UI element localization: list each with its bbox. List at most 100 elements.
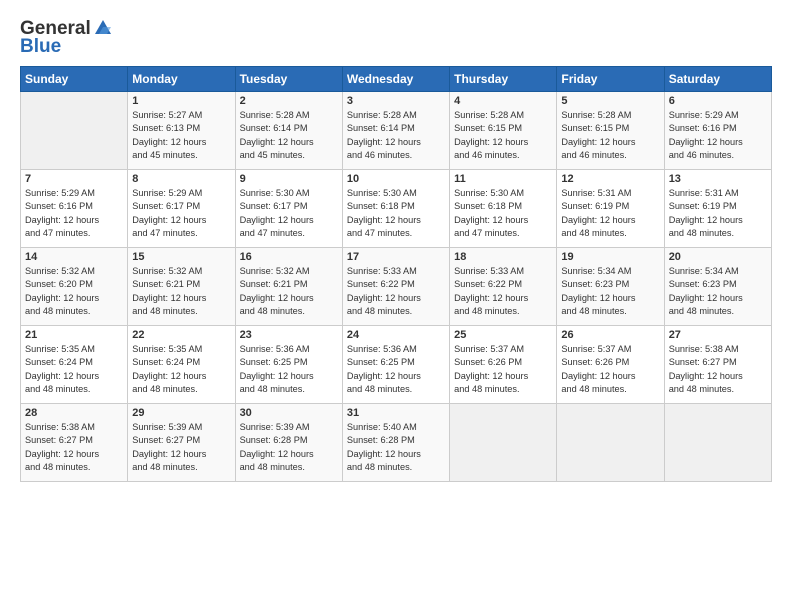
day-info: Sunrise: 5:37 AMSunset: 6:26 PMDaylight:… <box>561 343 659 396</box>
day-number: 9 <box>240 173 338 185</box>
calendar-cell: 22Sunrise: 5:35 AMSunset: 6:24 PMDayligh… <box>128 326 235 404</box>
calendar-cell: 23 Sunrise: 5:36 AMSunset: 6:25 PMDayligh… <box>235 326 342 404</box>
week-row-3: 14 Sunrise: 5:32 AMSunset: 6:20 PMDayligh… <box>21 248 772 326</box>
week-row-2: 7 Sunrise: 5:29 AMSunset: 6:16 PMDaylight… <box>21 170 772 248</box>
day-info: Sunrise: 5:34 AMSunset: 6:23 PMDaylight:… <box>561 265 659 318</box>
calendar-cell <box>557 404 664 482</box>
day-info: Sunrise: 5:30 AMSunset: 6:18 PMDaylight:… <box>454 187 552 240</box>
day-info: Sunrise: 5:37 AMSunset: 6:26 PMDaylight:… <box>454 343 552 396</box>
day-number: 19 <box>561 251 659 263</box>
day-number: 11 <box>454 173 552 185</box>
calendar-cell: 1 Sunrise: 5:27 AMSunset: 6:13 PMDaylight… <box>128 92 235 170</box>
day-info: Sunrise: 5:35 AMSunset: 6:24 PMDaylight:… <box>132 343 230 396</box>
col-header-friday: Friday <box>557 67 664 92</box>
day-info: Sunrise: 5:30 AMSunset: 6:18 PMDaylight:… <box>347 187 445 240</box>
day-number: 6 <box>669 95 767 107</box>
day-info: Sunrise: 5:30 AMSunset: 6:17 PMDaylight:… <box>240 187 338 240</box>
day-info: Sunrise: 5:38 AMSunset: 6:27 PMDaylight:… <box>25 421 123 474</box>
logo-blue: Blue <box>20 36 61 58</box>
day-number: 25 <box>454 329 552 341</box>
calendar-cell: 3 Sunrise: 5:28 AMSunset: 6:14 PMDaylight… <box>342 92 449 170</box>
calendar-cell: 10 Sunrise: 5:30 AMSunset: 6:18 PMDayligh… <box>342 170 449 248</box>
day-info: Sunrise: 5:32 AMSunset: 6:21 PMDaylight:… <box>132 265 230 318</box>
day-number: 10 <box>347 173 445 185</box>
calendar-cell: 24Sunrise: 5:36 AMSunset: 6:25 PMDayligh… <box>342 326 449 404</box>
day-number: 18 <box>454 251 552 263</box>
day-info: Sunrise: 5:39 AMSunset: 6:28 PMDaylight:… <box>240 421 338 474</box>
day-number: 26 <box>561 329 659 341</box>
day-number: 2 <box>240 95 338 107</box>
calendar-cell: 6 Sunrise: 5:29 AMSunset: 6:16 PMDaylight… <box>664 92 771 170</box>
calendar-cell: 5Sunrise: 5:28 AMSunset: 6:15 PMDaylight… <box>557 92 664 170</box>
day-info: Sunrise: 5:29 AMSunset: 6:16 PMDaylight:… <box>25 187 123 240</box>
calendar-cell: 19 Sunrise: 5:34 AMSunset: 6:23 PMDayligh… <box>557 248 664 326</box>
logo: General Blue <box>20 18 113 58</box>
day-info: Sunrise: 5:32 AMSunset: 6:21 PMDaylight:… <box>240 265 338 318</box>
day-info: Sunrise: 5:32 AMSunset: 6:20 PMDaylight:… <box>25 265 123 318</box>
day-info: Sunrise: 5:28 AMSunset: 6:15 PMDaylight:… <box>454 109 552 162</box>
calendar-cell <box>21 92 128 170</box>
calendar-cell: 2 Sunrise: 5:28 AMSunset: 6:14 PMDaylight… <box>235 92 342 170</box>
day-number: 30 <box>240 407 338 419</box>
calendar-cell: 30 Sunrise: 5:39 AMSunset: 6:28 PMDayligh… <box>235 404 342 482</box>
day-info: Sunrise: 5:29 AMSunset: 6:17 PMDaylight:… <box>132 187 230 240</box>
day-number: 21 <box>25 329 123 341</box>
day-number: 29 <box>132 407 230 419</box>
logo-icon <box>93 18 113 36</box>
calendar-cell: 20Sunrise: 5:34 AMSunset: 6:23 PMDayligh… <box>664 248 771 326</box>
day-info: Sunrise: 5:27 AMSunset: 6:13 PMDaylight:… <box>132 109 230 162</box>
day-info: Sunrise: 5:31 AMSunset: 6:19 PMDaylight:… <box>561 187 659 240</box>
day-info: Sunrise: 5:40 AMSunset: 6:28 PMDaylight:… <box>347 421 445 474</box>
day-info: Sunrise: 5:39 AMSunset: 6:27 PMDaylight:… <box>132 421 230 474</box>
calendar-cell: 27 Sunrise: 5:38 AMSunset: 6:27 PMDayligh… <box>664 326 771 404</box>
calendar-cell <box>450 404 557 482</box>
calendar-cell: 29 Sunrise: 5:39 AMSunset: 6:27 PMDayligh… <box>128 404 235 482</box>
day-number: 14 <box>25 251 123 263</box>
day-number: 8 <box>132 173 230 185</box>
day-number: 7 <box>25 173 123 185</box>
day-number: 16 <box>240 251 338 263</box>
calendar-cell: 17Sunrise: 5:33 AMSunset: 6:22 PMDayligh… <box>342 248 449 326</box>
col-header-saturday: Saturday <box>664 67 771 92</box>
calendar-cell: 31 Sunrise: 5:40 AMSunset: 6:28 PMDayligh… <box>342 404 449 482</box>
day-info: Sunrise: 5:36 AMSunset: 6:25 PMDaylight:… <box>240 343 338 396</box>
day-info: Sunrise: 5:38 AMSunset: 6:27 PMDaylight:… <box>669 343 767 396</box>
day-number: 3 <box>347 95 445 107</box>
calendar-cell <box>664 404 771 482</box>
col-header-wednesday: Wednesday <box>342 67 449 92</box>
day-info: Sunrise: 5:34 AMSunset: 6:23 PMDaylight:… <box>669 265 767 318</box>
col-header-sunday: Sunday <box>21 67 128 92</box>
day-info: Sunrise: 5:33 AMSunset: 6:22 PMDaylight:… <box>347 265 445 318</box>
calendar-cell: 15 Sunrise: 5:32 AMSunset: 6:21 PMDayligh… <box>128 248 235 326</box>
calendar-cell: 14 Sunrise: 5:32 AMSunset: 6:20 PMDayligh… <box>21 248 128 326</box>
day-number: 15 <box>132 251 230 263</box>
day-number: 1 <box>132 95 230 107</box>
calendar-cell: 4 Sunrise: 5:28 AMSunset: 6:15 PMDaylight… <box>450 92 557 170</box>
day-number: 4 <box>454 95 552 107</box>
day-info: Sunrise: 5:28 AMSunset: 6:14 PMDaylight:… <box>347 109 445 162</box>
day-info: Sunrise: 5:31 AMSunset: 6:19 PMDaylight:… <box>669 187 767 240</box>
day-number: 23 <box>240 329 338 341</box>
calendar-cell: 25 Sunrise: 5:37 AMSunset: 6:26 PMDayligh… <box>450 326 557 404</box>
day-info: Sunrise: 5:33 AMSunset: 6:22 PMDaylight:… <box>454 265 552 318</box>
calendar-cell: 8 Sunrise: 5:29 AMSunset: 6:17 PMDaylight… <box>128 170 235 248</box>
day-info: Sunrise: 5:29 AMSunset: 6:16 PMDaylight:… <box>669 109 767 162</box>
calendar-cell: 11 Sunrise: 5:30 AMSunset: 6:18 PMDayligh… <box>450 170 557 248</box>
day-info: Sunrise: 5:28 AMSunset: 6:15 PMDaylight:… <box>561 109 659 162</box>
week-row-1: 1 Sunrise: 5:27 AMSunset: 6:13 PMDaylight… <box>21 92 772 170</box>
day-info: Sunrise: 5:35 AMSunset: 6:24 PMDaylight:… <box>25 343 123 396</box>
day-info: Sunrise: 5:28 AMSunset: 6:14 PMDaylight:… <box>240 109 338 162</box>
header-row: SundayMondayTuesdayWednesdayThursdayFrid… <box>21 67 772 92</box>
col-header-monday: Monday <box>128 67 235 92</box>
calendar-table: SundayMondayTuesdayWednesdayThursdayFrid… <box>20 66 772 482</box>
calendar-cell: 13Sunrise: 5:31 AMSunset: 6:19 PMDayligh… <box>664 170 771 248</box>
calendar-cell: 9 Sunrise: 5:30 AMSunset: 6:17 PMDaylight… <box>235 170 342 248</box>
calendar-cell: 26 Sunrise: 5:37 AMSunset: 6:26 PMDayligh… <box>557 326 664 404</box>
day-number: 31 <box>347 407 445 419</box>
calendar-cell: 7 Sunrise: 5:29 AMSunset: 6:16 PMDaylight… <box>21 170 128 248</box>
day-number: 12 <box>561 173 659 185</box>
calendar-cell: 28Sunrise: 5:38 AMSunset: 6:27 PMDayligh… <box>21 404 128 482</box>
day-number: 24 <box>347 329 445 341</box>
day-number: 27 <box>669 329 767 341</box>
header: General Blue <box>20 18 772 58</box>
